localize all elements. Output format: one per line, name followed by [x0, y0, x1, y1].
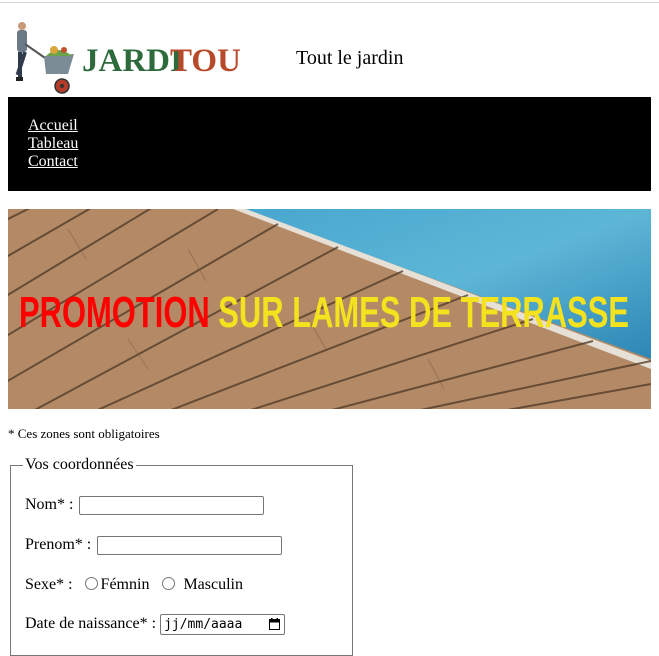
- brand-part2: TOU: [170, 43, 240, 79]
- dob-label: Date de naissance* :: [25, 615, 157, 633]
- dob-placeholder: jj/mm/aaaa: [164, 617, 243, 632]
- sexe-row: Sexe* : Fémnin Masculin: [25, 576, 243, 594]
- calendar-icon[interactable]: [269, 618, 281, 630]
- top-border: [0, 2, 659, 3]
- banner-text-promotion: PROMOTION: [19, 288, 210, 337]
- prenom-label: Prenom* :: [25, 536, 92, 554]
- gardener-icon: [15, 22, 74, 94]
- fieldset-legend: Vos coordonnées: [25, 456, 134, 473]
- brand-part1: JARDI: [82, 43, 183, 79]
- sexe-feminin-label[interactable]: Fémnin: [101, 576, 150, 593]
- site-header: JARDI TOU Tout le jardin: [8, 20, 651, 97]
- dob-date-input[interactable]: jj/mm/aaaa: [160, 614, 286, 635]
- dob-row: Date de naissance* : jj/mm/aaaa: [25, 614, 286, 635]
- prenom-input[interactable]: [97, 536, 283, 555]
- main-nav: Accueil Tableau Contact: [8, 97, 651, 191]
- sexe-masculin-radio[interactable]: [162, 576, 176, 590]
- sexe-masculin-label[interactable]: Masculin: [183, 576, 243, 593]
- nav-contact-link[interactable]: Contact: [28, 153, 78, 171]
- prenom-row: Prenom* :: [25, 536, 283, 555]
- banner-text-lames: SUR LAMES DE TERRASSE: [210, 288, 629, 337]
- jarditou-logo[interactable]: JARDI TOU: [8, 20, 240, 97]
- nom-row: Nom* :: [25, 496, 265, 515]
- required-fields-note: * Ces zones sont obligatoires: [8, 426, 160, 441]
- site-tagline: Tout le jardin: [296, 47, 404, 69]
- sexe-feminin-radio[interactable]: [84, 576, 98, 590]
- promo-banner-image: PROMOTION SUR LAMES DE TERRASSE: [8, 209, 651, 409]
- sexe-label: Sexe* :: [25, 576, 73, 593]
- nav-accueil-link[interactable]: Accueil: [28, 117, 78, 135]
- coordinates-fieldset: Vos coordonnées Nom* : Prenom* : Sexe* :…: [10, 456, 353, 656]
- nav-tableau-link[interactable]: Tableau: [28, 135, 78, 153]
- nom-label: Nom* :: [25, 496, 74, 514]
- nom-input[interactable]: [79, 496, 265, 515]
- promo-banner: PROMOTION SUR LAMES DE TERRASSE: [8, 209, 651, 409]
- svg-text:PROMOTION SUR LAMES DE TERRASS: PROMOTION SUR LAMES DE TERRASSE: [19, 288, 629, 337]
